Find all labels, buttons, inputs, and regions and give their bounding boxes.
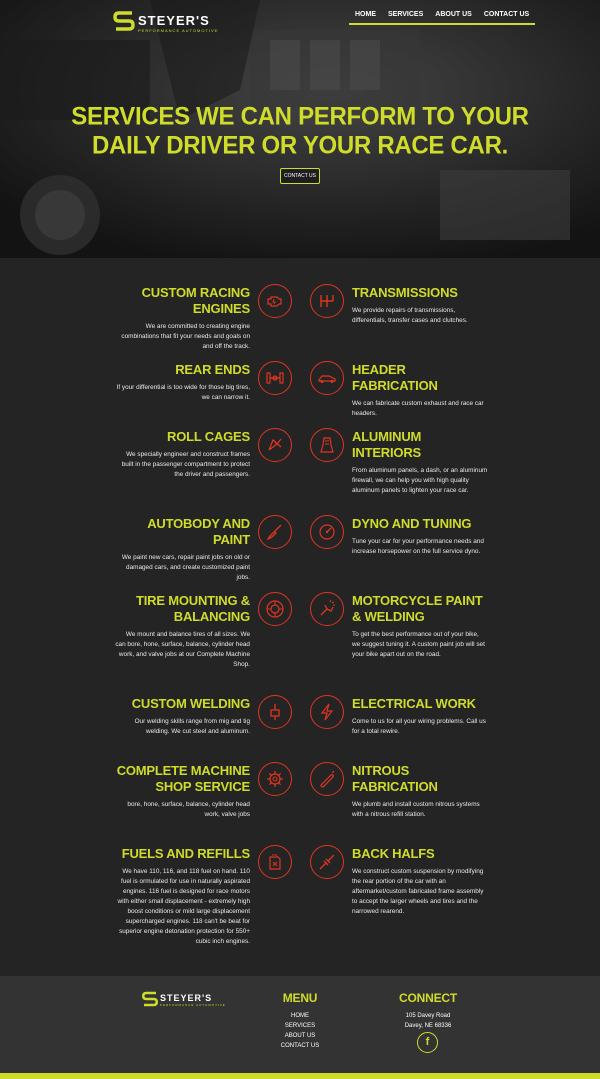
gear-shift-icon [310,284,344,318]
service-title: ELECTRICAL WORK [352,696,476,711]
spray-gun-icon [310,592,344,626]
logo-s-mark [141,991,159,1007]
service-description: We have 110, 116, and 118 fuel on hand. … [117,868,250,945]
service-autobody-and-paint: AUTOBODY AND PAINT We paint new cars, re… [114,516,250,583]
service-dyno-and-tuning: DYNO AND TUNING Tune your car for your p… [352,516,488,557]
facebook-glyph: f [425,1036,430,1048]
footer-accent-bar [0,1073,600,1079]
address-line-1: 105 Davey Road [405,1013,451,1019]
service-motorcycle-paint-welding: MOTORCYCLE PAINT & WELDING To get the be… [352,593,488,660]
service-title: COMPLETE MACHINE SHOP SERVICE [116,763,251,794]
brand-logo[interactable]: STEYER'S PERFORMANCE AUTOMOTIVE [112,9,217,39]
paint-brush-icon [258,515,292,549]
logo-tagline: PERFORMANCE AUTOMOTIVE [160,1003,226,1007]
services-section: CUSTOM RACING ENGINES We are committed t… [0,258,600,976]
service-nitrous-fabrication: NITROUS FABRICATION We plumb and install… [352,763,488,820]
axle-icon [258,361,292,395]
service-description: bore, hone, surface, balance, cylinder h… [127,801,250,818]
service-description: We plumb and install custom nitrous syst… [352,801,480,818]
logo-s-mark [113,11,135,31]
hero-title-line1: SERVICES WE CAN PERFORM TO YOUR [71,102,529,131]
speedometer-icon [310,515,344,549]
service-description: We specially engineer and construct fram… [121,451,250,478]
logo-name: STEYER'S [160,993,213,1003]
footer-menu: MENU HOME SERVICES ABOUT US CONTACT US [270,991,330,1051]
race-car-icon [310,361,344,395]
service-description: From aluminum panels, a dash, or an alum… [352,467,488,494]
hero-section: STEYER'S PERFORMANCE AUTOMOTIVE HOME SER… [0,0,600,258]
tire-icon [258,592,292,626]
service-fuels-and-refills: FUELS AND REFILLS We have 110, 116, and … [114,846,251,947]
contact-us-button[interactable]: CONTACT US [280,168,320,184]
site-footer: STEYER'S PERFORMANCE AUTOMOTIVE MENU HOM… [0,976,600,1073]
service-transmissions: TRANSMISSIONS We provide repairs of tran… [352,285,488,326]
service-complete-machine-shop: COMPLETE MACHINE SHOP SERVICE bore, hone… [114,763,251,820]
service-title: TRANSMISSIONS [352,285,458,300]
lightning-icon [310,695,344,729]
service-header-fabrication: HEADER FABRICATION We can fabricate cust… [352,362,488,419]
service-title: HEADER FABRICATION [352,362,438,393]
service-title: NITROUS FABRICATION [352,763,438,794]
logo-tagline: PERFORMANCE AUTOMOTIVE [138,28,219,33]
service-description: We can fabricate custom exhaust and race… [352,400,484,417]
footer-link-home[interactable]: HOME [270,1011,330,1021]
footer-menu-title: MENU [282,991,318,1005]
roll-cage-icon [258,428,292,462]
nav-services[interactable]: SERVICES [382,11,429,21]
main-nav: HOME SERVICES ABOUT US CONTACT US [349,11,536,25]
address-line-2: Davey, NE 68336 [404,1023,452,1029]
service-title: ALUMINUM INTERIORS [352,429,422,460]
suspension-icon [310,845,344,879]
facebook-icon[interactable]: f [417,1032,438,1053]
service-description: We are committed to creating engine comb… [121,323,250,350]
nav-contact-us[interactable]: CONTACT US [478,11,535,21]
service-description: We paint new cars, repair paint jobs on … [121,554,250,581]
service-custom-welding: CUSTOM WELDING Our welding skills range … [114,696,250,737]
service-title: AUTOBODY AND PAINT [147,516,250,547]
service-title: CUSTOM RACING ENGINES [141,285,251,316]
nav-home[interactable]: HOME [349,11,382,21]
service-title: TIRE MOUNTING & BALANCING [136,593,250,624]
service-description: We mount and balance tires of all sizes.… [115,631,250,668]
service-title: REAR ENDS [175,362,250,377]
nitrous-bottle-icon [310,762,344,796]
service-electrical-work: ELECTRICAL WORK Come to us for all your … [352,696,488,737]
service-title: MOTORCYCLE PAINT & WELDING [352,593,483,624]
gear-icon [258,762,292,796]
service-description: Come to us for all your wiring problems.… [352,718,486,735]
service-aluminum-interiors: ALUMINUM INTERIORS From aluminum panels,… [352,429,488,496]
seat-icon [310,428,344,462]
footer-link-contact-us[interactable]: CONTACT US [270,1041,330,1051]
service-tire-mounting-balancing: TIRE MOUNTING & BALANCING We mount and b… [114,593,250,670]
logo-name: STEYER'S [138,13,210,28]
service-description: Tune your car for your performance needs… [352,538,484,555]
service-description: If your differential is too wide for tho… [116,384,250,401]
footer-connect-title: CONNECT [399,991,457,1005]
service-back-halfs: BACK HALFS We construct custom suspensio… [352,846,488,917]
engine-icon [258,284,292,318]
nav-about-us[interactable]: ABOUT US [429,11,478,21]
service-description: To get the best performance out of your … [352,631,485,658]
service-custom-racing-engines: CUSTOM RACING ENGINES We are committed t… [114,285,250,352]
welding-icon [258,695,292,729]
service-description: We provide repairs of transmissions, dif… [352,307,468,324]
service-title: ROLL CAGES [167,429,250,444]
fuel-can-icon [258,845,292,879]
footer-link-services[interactable]: SERVICES [270,1021,330,1031]
service-title: CUSTOM WELDING [131,696,250,711]
service-title: DYNO AND TUNING [352,516,472,531]
footer-connect: CONNECT 105 Davey Road Davey, NE 68336 [388,991,468,1031]
service-title: FUELS AND REFILLS [121,846,250,861]
service-roll-cages: ROLL CAGES We specially engineer and con… [114,429,250,480]
service-rear-ends: REAR ENDS If your differential is too wi… [114,362,251,403]
footer-link-about-us[interactable]: ABOUT US [270,1031,330,1041]
service-description: We construct custom suspension by modify… [352,868,484,915]
service-description: Our welding skills range from mig and ti… [134,718,250,735]
service-title: BACK HALFS [352,846,435,861]
hero-title-line2: DAILY DRIVER OR YOUR RACE CAR. [92,131,508,160]
footer-logo[interactable]: STEYER'S PERFORMANCE AUTOMOTIVE [141,990,225,1012]
